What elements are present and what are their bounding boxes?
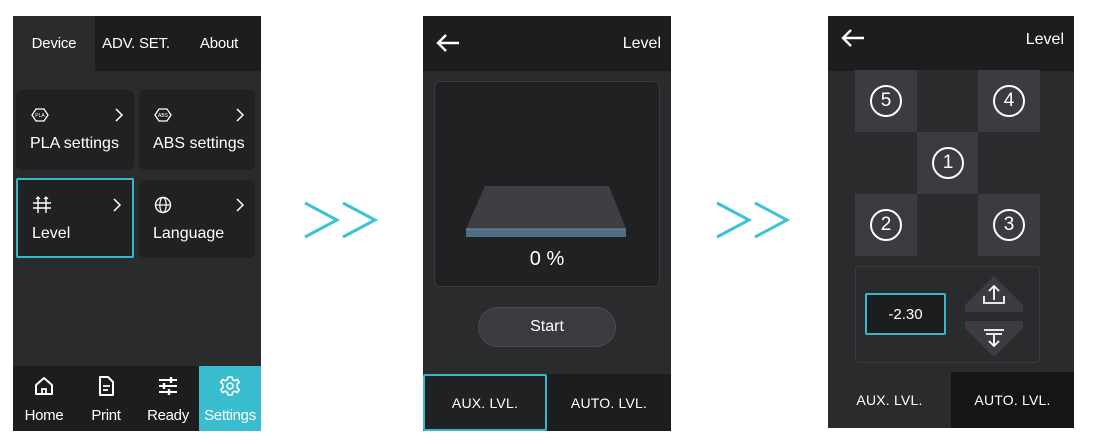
next-step-arrows <box>304 201 379 239</box>
level-point-1[interactable]: 1 <box>917 132 979 194</box>
point-number: 1 <box>932 147 964 179</box>
language-card[interactable]: Language <box>139 180 255 258</box>
grid-cell <box>917 194 979 256</box>
level-label: Level <box>32 225 71 242</box>
level-point-2[interactable]: 2 <box>855 194 917 256</box>
level-point-grid: 5 4 1 2 3 <box>855 70 1040 257</box>
z-up-button[interactable] <box>964 275 1024 313</box>
tab-aux-level[interactable]: AUX. LVL. <box>423 374 547 431</box>
settings-tabs: Device ADV. SET. About <box>13 16 261 71</box>
tab-auto-level[interactable]: AUTO. LVL. <box>951 372 1074 428</box>
aux-level-screen: Level 0 % Start AUX. LVL. AUTO. LVL. <box>423 16 671 431</box>
back-arrow-icon[interactable] <box>435 33 461 53</box>
tab-about[interactable]: About <box>177 16 261 71</box>
tab-auto-level[interactable]: AUTO. LVL. <box>547 374 671 431</box>
chevron-right-icon <box>115 108 124 122</box>
z-down-button[interactable] <box>964 320 1024 358</box>
header-bar: Level <box>828 16 1074 71</box>
chevron-right-icon <box>236 108 245 122</box>
point-number: 3 <box>993 209 1025 241</box>
point-number: 2 <box>870 209 902 241</box>
back-arrow-icon[interactable] <box>840 28 866 48</box>
settings-screen: Device ADV. SET. About PLA PLA settings … <box>13 16 261 431</box>
bottom-nav: Home Print Ready Settings <box>13 366 261 431</box>
auto-level-screen: Level 5 4 1 2 3 -2.30 AUX. LVL. AUTO. LV… <box>828 16 1074 428</box>
sliders-icon <box>159 377 177 395</box>
level-point-4[interactable]: 4 <box>978 70 1040 132</box>
level-mode-tabs: AUX. LVL. AUTO. LVL. <box>423 374 671 431</box>
tab-aux-level[interactable]: AUX. LVL. <box>828 372 951 428</box>
level-grid-icon <box>33 196 51 213</box>
nav-print[interactable]: Print <box>75 366 137 431</box>
header-bar: Level <box>423 16 671 71</box>
gear-icon <box>220 376 240 396</box>
abs-filament-icon: ABS <box>154 108 172 122</box>
home-icon <box>35 377 53 395</box>
page-title: Level <box>1025 31 1064 48</box>
pla-settings-label: PLA settings <box>30 135 119 152</box>
nav-home-label: Home <box>24 407 64 424</box>
nav-home[interactable]: Home <box>13 366 75 431</box>
level-point-3[interactable]: 3 <box>978 194 1040 256</box>
nav-print-label: Print <box>91 407 121 424</box>
chevron-right-icon <box>113 198 122 212</box>
progress-percent: 0 % <box>529 248 565 270</box>
pla-filament-icon: PLA <box>31 108 49 122</box>
page-title: Level <box>622 35 661 52</box>
point-number: 5 <box>870 85 902 117</box>
print-bed-illustration <box>466 186 626 237</box>
grid-cell <box>917 70 979 132</box>
language-label: Language <box>153 225 225 242</box>
abs-settings-label: ABS settings <box>153 135 245 152</box>
start-button[interactable]: Start <box>478 307 616 347</box>
abs-settings-card[interactable]: ABS ABS settings <box>139 90 255 170</box>
document-icon <box>99 376 114 396</box>
leveling-progress-panel: 0 % <box>434 81 660 287</box>
tab-adv-set[interactable]: ADV. SET. <box>95 16 177 71</box>
level-mode-tabs: AUX. LVL. AUTO. LVL. <box>828 372 1074 428</box>
level-point-5[interactable]: 5 <box>855 70 917 132</box>
next-step-arrows <box>716 201 791 239</box>
pla-settings-card[interactable]: PLA PLA settings <box>16 90 134 170</box>
level-card[interactable]: Level <box>16 178 134 258</box>
z-offset-panel: -2.30 <box>855 266 1040 363</box>
nav-settings[interactable]: Settings <box>199 366 261 431</box>
nav-ready-label: Ready <box>147 407 189 424</box>
nav-ready[interactable]: Ready <box>137 366 199 431</box>
z-offset-value[interactable]: -2.30 <box>865 293 946 335</box>
chevron-right-icon <box>236 198 245 212</box>
svg-text:PLA: PLA <box>35 113 45 119</box>
nav-settings-label: Settings <box>204 407 256 424</box>
tab-device[interactable]: Device <box>13 16 95 71</box>
grid-cell <box>978 132 1040 194</box>
svg-text:ABS: ABS <box>158 113 169 119</box>
point-number: 4 <box>993 85 1025 117</box>
globe-icon <box>154 196 172 214</box>
grid-cell <box>855 132 917 194</box>
